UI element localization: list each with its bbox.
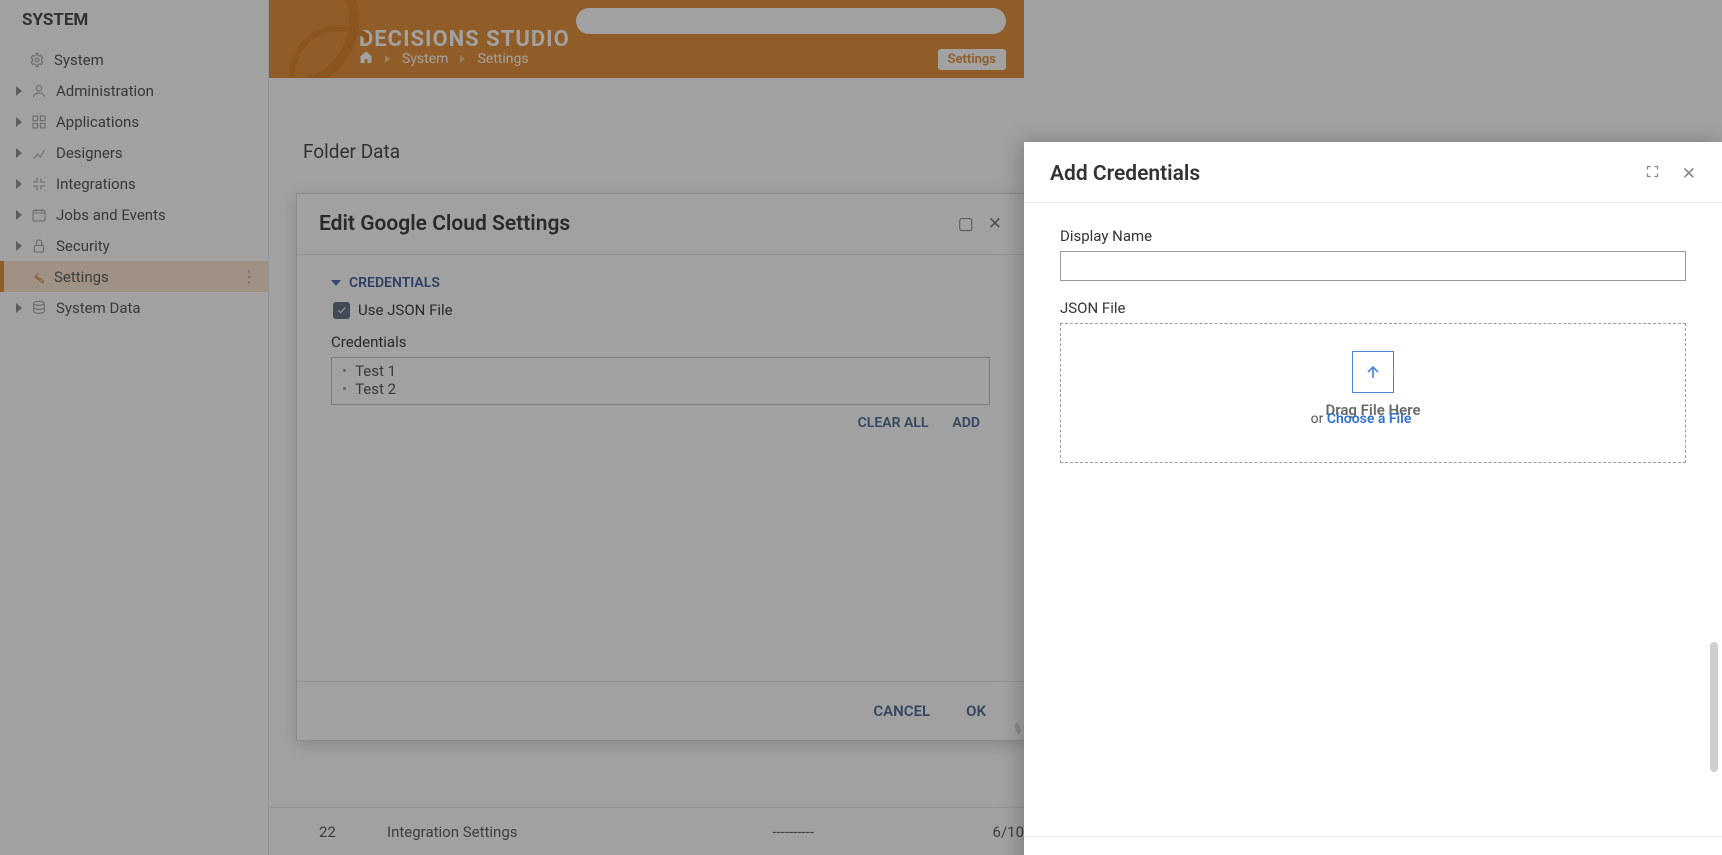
chevron-right-icon	[385, 55, 390, 63]
edit-google-cloud-settings-dialog: Edit Google Cloud Settings ▢ ✕ CREDENTIA…	[296, 193, 1025, 741]
header-settings-button[interactable]: Settings	[938, 49, 1006, 70]
choose-file-link[interactable]: Choose a File	[1327, 411, 1412, 427]
close-icon[interactable]: ✕	[1682, 164, 1696, 184]
sidebar-item-system[interactable]: System	[0, 44, 268, 75]
breadcrumb-item[interactable]: Settings	[477, 51, 528, 67]
sidebar-item-label: Integrations	[56, 175, 136, 193]
gear-icon	[28, 51, 46, 69]
sidebar-item-label: System	[54, 51, 104, 69]
lock-icon	[30, 237, 48, 255]
upload-icon	[1352, 351, 1394, 393]
json-file-dropzone[interactable]: Drag File Here or Choose a File	[1060, 323, 1686, 463]
search-input[interactable]	[576, 8, 1006, 34]
dialog-title: Edit Google Cloud Settings	[319, 212, 570, 236]
sidebar-item-designers[interactable]: Designers	[0, 137, 268, 168]
expand-icon[interactable]	[1645, 164, 1660, 184]
caret-right-icon	[16, 148, 22, 158]
wrench-icon	[28, 268, 46, 286]
home-icon[interactable]	[359, 50, 373, 68]
designers-icon	[30, 144, 48, 162]
sidebar-item-integrations[interactable]: Integrations	[0, 168, 268, 199]
ok-button[interactable]: OK	[950, 696, 1002, 726]
sidebar-item-label: Security	[56, 237, 110, 255]
json-file-label: JSON File	[1060, 299, 1686, 317]
chevron-down-icon	[331, 280, 341, 286]
breadcrumb-item[interactable]: System	[402, 51, 448, 67]
sidebar-item-label: Designers	[56, 144, 123, 162]
sidebar-item-label: Settings	[54, 268, 109, 286]
admin-icon	[30, 82, 48, 100]
credentials-list[interactable]: Test 1 Test 2	[331, 357, 990, 405]
breadcrumb: System Settings	[359, 50, 529, 68]
more-icon[interactable]: ⋮	[241, 267, 256, 286]
sidebar-item-system-data[interactable]: System Data	[0, 292, 268, 323]
header-search	[576, 8, 1006, 34]
table-row[interactable]: 22 Integration Settings ---------- 6/10	[269, 807, 1024, 855]
clear-all-button[interactable]: CLEAR ALL	[848, 411, 939, 435]
add-button[interactable]: ADD	[942, 411, 990, 435]
validation-panel: ! Credentials must have a display name. …	[1024, 836, 1722, 855]
sidebar-item-label: Administration	[56, 82, 154, 100]
caret-right-icon	[16, 303, 22, 313]
integrations-icon	[30, 175, 48, 193]
display-name-input[interactable]	[1060, 251, 1686, 281]
row-date: 6/10	[993, 823, 1024, 841]
sidebar-item-security[interactable]: Security	[0, 230, 268, 261]
caret-right-icon	[16, 179, 22, 189]
sidebar-item-settings[interactable]: Settings ⋮	[0, 261, 268, 292]
caret-right-icon	[16, 86, 22, 96]
display-name-label: Display Name	[1060, 227, 1686, 245]
cancel-button[interactable]: CANCEL	[857, 696, 946, 726]
use-json-file-checkbox[interactable]	[333, 302, 350, 319]
sidebar-item-label: System Data	[56, 299, 141, 317]
dialog-title: Add Credentials	[1050, 162, 1200, 186]
list-item[interactable]: Test 2	[342, 380, 979, 398]
chevron-right-icon	[460, 55, 465, 63]
app-title: DECISIONS STUDIO	[359, 27, 570, 52]
or-text: or	[1311, 411, 1327, 427]
sidebar-item-jobs-events[interactable]: Jobs and Events	[0, 199, 268, 230]
sidebar-item-applications[interactable]: Applications	[0, 106, 268, 137]
caret-right-icon	[16, 241, 22, 251]
sidebar-item-label: Jobs and Events	[56, 206, 166, 224]
add-credentials-dialog: Add Credentials ✕ Display Name JSON File…	[1024, 142, 1722, 855]
list-item[interactable]: Test 1	[342, 362, 979, 380]
apps-icon	[30, 113, 48, 131]
database-icon	[30, 299, 48, 317]
calendar-icon	[30, 206, 48, 224]
caret-right-icon	[16, 117, 22, 127]
row-dashes: ----------	[773, 823, 993, 841]
credentials-section-toggle[interactable]: CREDENTIALS	[331, 275, 990, 291]
row-name: Integration Settings	[387, 823, 773, 841]
sidebar-title: SYSTEM	[0, 0, 268, 44]
caret-right-icon	[16, 210, 22, 220]
section-heading: CREDENTIALS	[349, 275, 440, 291]
checkbox-label: Use JSON File	[358, 301, 453, 319]
sidebar-item-label: Applications	[56, 113, 139, 131]
header-decoration	[269, 0, 369, 78]
folder-heading: Folder Data	[303, 140, 400, 163]
sidebar: SYSTEM System Administration Application…	[0, 0, 269, 855]
header: DECISIONS STUDIO System Settings Setting…	[269, 0, 1024, 78]
scrollbar-thumb[interactable]	[1710, 642, 1718, 772]
sidebar-item-administration[interactable]: Administration	[0, 75, 268, 106]
credentials-list-label: Credentials	[331, 333, 990, 351]
close-icon[interactable]: ✕	[988, 214, 1002, 234]
maximize-icon[interactable]: ▢	[958, 214, 974, 234]
row-index: 22	[319, 823, 387, 841]
